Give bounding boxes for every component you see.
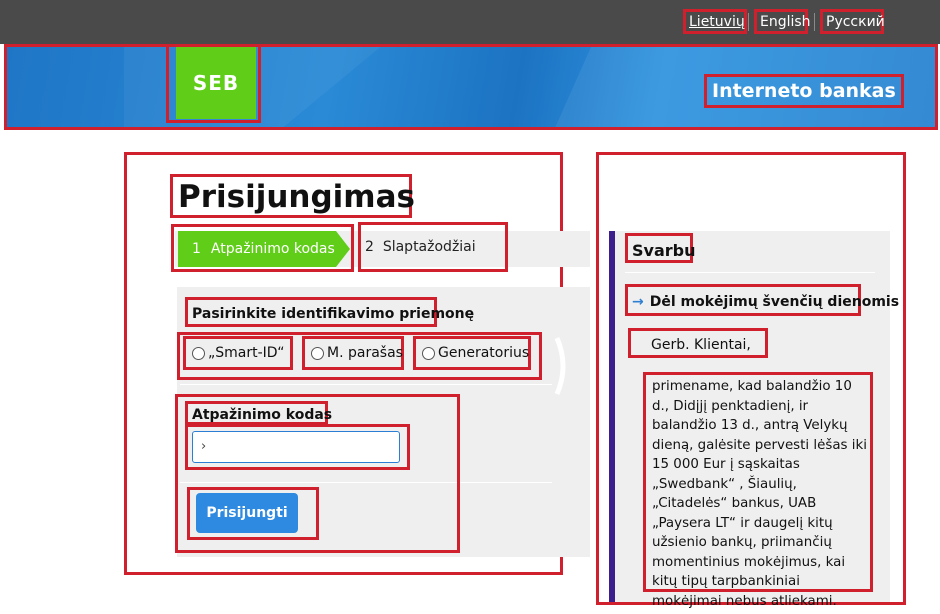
lang-separator xyxy=(748,13,749,31)
step-2: 2 Slaptažodžiai xyxy=(358,222,508,272)
chevron-right-icon[interactable] xyxy=(553,336,575,396)
login-button-frame xyxy=(187,487,319,540)
step-label: Slaptažodžiai xyxy=(382,239,476,255)
code-input-frame xyxy=(185,424,410,470)
notice-title: Svarbu xyxy=(625,233,695,263)
logo-frame xyxy=(166,44,261,123)
notice-greeting: Gerb. Klientai, xyxy=(628,328,768,358)
page-title: Prisijungimas xyxy=(170,174,415,218)
lang-english[interactable]: English xyxy=(754,9,811,34)
arrow-right-icon: → xyxy=(632,294,644,310)
form-divider xyxy=(180,384,552,385)
notice-body: primename, kad balandžio 10 d., Didįjį p… xyxy=(643,372,873,609)
lang-separator xyxy=(814,13,815,31)
step-number: 2 xyxy=(365,239,374,255)
method-group-frame xyxy=(177,332,542,380)
notice-link[interactable]: → Dėl mokėjimų švenčių dienomis xyxy=(625,284,899,316)
lang-russian[interactable]: Русский xyxy=(820,9,885,34)
step-1-frame xyxy=(171,224,354,272)
notice-link-text[interactable]: Dėl mokėjimų švenčių dienomis xyxy=(650,294,899,310)
banner-title: Interneto bankas xyxy=(704,74,904,108)
notice-divider xyxy=(625,272,875,273)
code-label: Atpažinimo kodas xyxy=(185,401,332,425)
method-label: Pasirinkite identifikavimo priemonę xyxy=(185,297,474,327)
lang-lietuviu[interactable]: Lietuvių xyxy=(683,9,747,34)
notice-accent-bar xyxy=(609,231,615,602)
